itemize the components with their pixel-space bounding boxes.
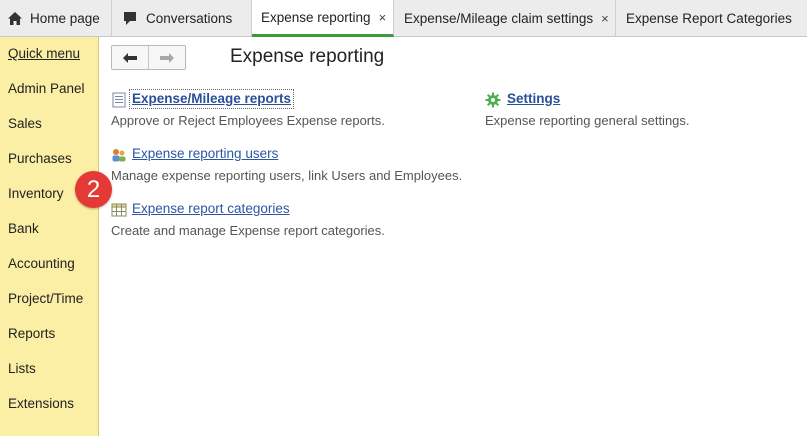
close-icon[interactable]: × [601, 11, 609, 26]
close-icon[interactable]: × [379, 10, 387, 25]
document-icon [112, 92, 126, 108]
expense-report-categories-link[interactable]: Expense report categories [132, 201, 290, 216]
step-badge: 2 [75, 171, 112, 208]
sidebar-item-inventory[interactable]: Inventory [8, 186, 64, 201]
expense-reporting-users-link[interactable]: Expense reporting users [132, 146, 278, 161]
home-icon [6, 9, 24, 27]
sidebar-item-admin-panel[interactable]: Admin Panel [8, 81, 85, 96]
sidebar-item-purchases[interactable]: Purchases [8, 151, 72, 166]
expense-mileage-reports-link[interactable]: Expense/Mileage reports [132, 91, 291, 106]
tab-expense-report-categories[interactable]: Expense Report Categories [616, 0, 807, 36]
arrow-left-icon [123, 52, 137, 63]
sidebar-item-bank[interactable]: Bank [8, 221, 39, 236]
tab-expense-mileage-claim-settings[interactable]: Expense/Mileage claim settings × [394, 0, 616, 36]
sidebar-item-extensions[interactable]: Extensions [8, 396, 74, 411]
sidebar: Quick menu Admin Panel Sales Purchases I… [0, 37, 99, 436]
sidebar-item-reports[interactable]: Reports [8, 326, 55, 341]
tab-label: Home page [30, 10, 100, 26]
sidebar-item-project-time[interactable]: Project/Time [8, 291, 83, 306]
expense-reporting-users-description: Manage expense reporting users, link Use… [111, 168, 463, 183]
tab-conversations[interactable]: Conversations [112, 0, 252, 36]
chat-icon [122, 9, 140, 27]
tab-label: Expense Report Categories [626, 10, 792, 26]
tab-home-page[interactable]: Home page [0, 0, 112, 36]
arrow-right-icon [160, 52, 174, 63]
users-icon [112, 149, 126, 162]
settings-link[interactable]: Settings [507, 91, 560, 106]
table-icon [111, 203, 127, 217]
page-title: Expense reporting [230, 46, 385, 67]
settings-description: Expense reporting general settings. [485, 113, 690, 128]
back-button[interactable] [112, 46, 148, 69]
sidebar-item-quick-menu[interactable]: Quick menu [8, 46, 80, 61]
expense-report-categories-description: Create and manage Expense report categor… [111, 223, 385, 238]
sidebar-item-sales[interactable]: Sales [8, 116, 42, 131]
tab-label: Expense/Mileage claim settings [404, 10, 594, 26]
expense-mileage-reports-description: Approve or Reject Employees Expense repo… [111, 113, 385, 128]
forward-button[interactable] [148, 46, 185, 69]
tab-label: Conversations [146, 10, 233, 26]
history-nav [111, 45, 186, 70]
tab-label: Expense reporting [261, 9, 371, 25]
sidebar-item-accounting[interactable]: Accounting [8, 256, 75, 271]
gear-icon [485, 92, 501, 108]
sidebar-item-lists[interactable]: Lists [8, 361, 36, 376]
tab-bar: Home page Conversations Expense reportin… [0, 0, 807, 37]
tab-expense-reporting[interactable]: Expense reporting × [252, 0, 394, 37]
